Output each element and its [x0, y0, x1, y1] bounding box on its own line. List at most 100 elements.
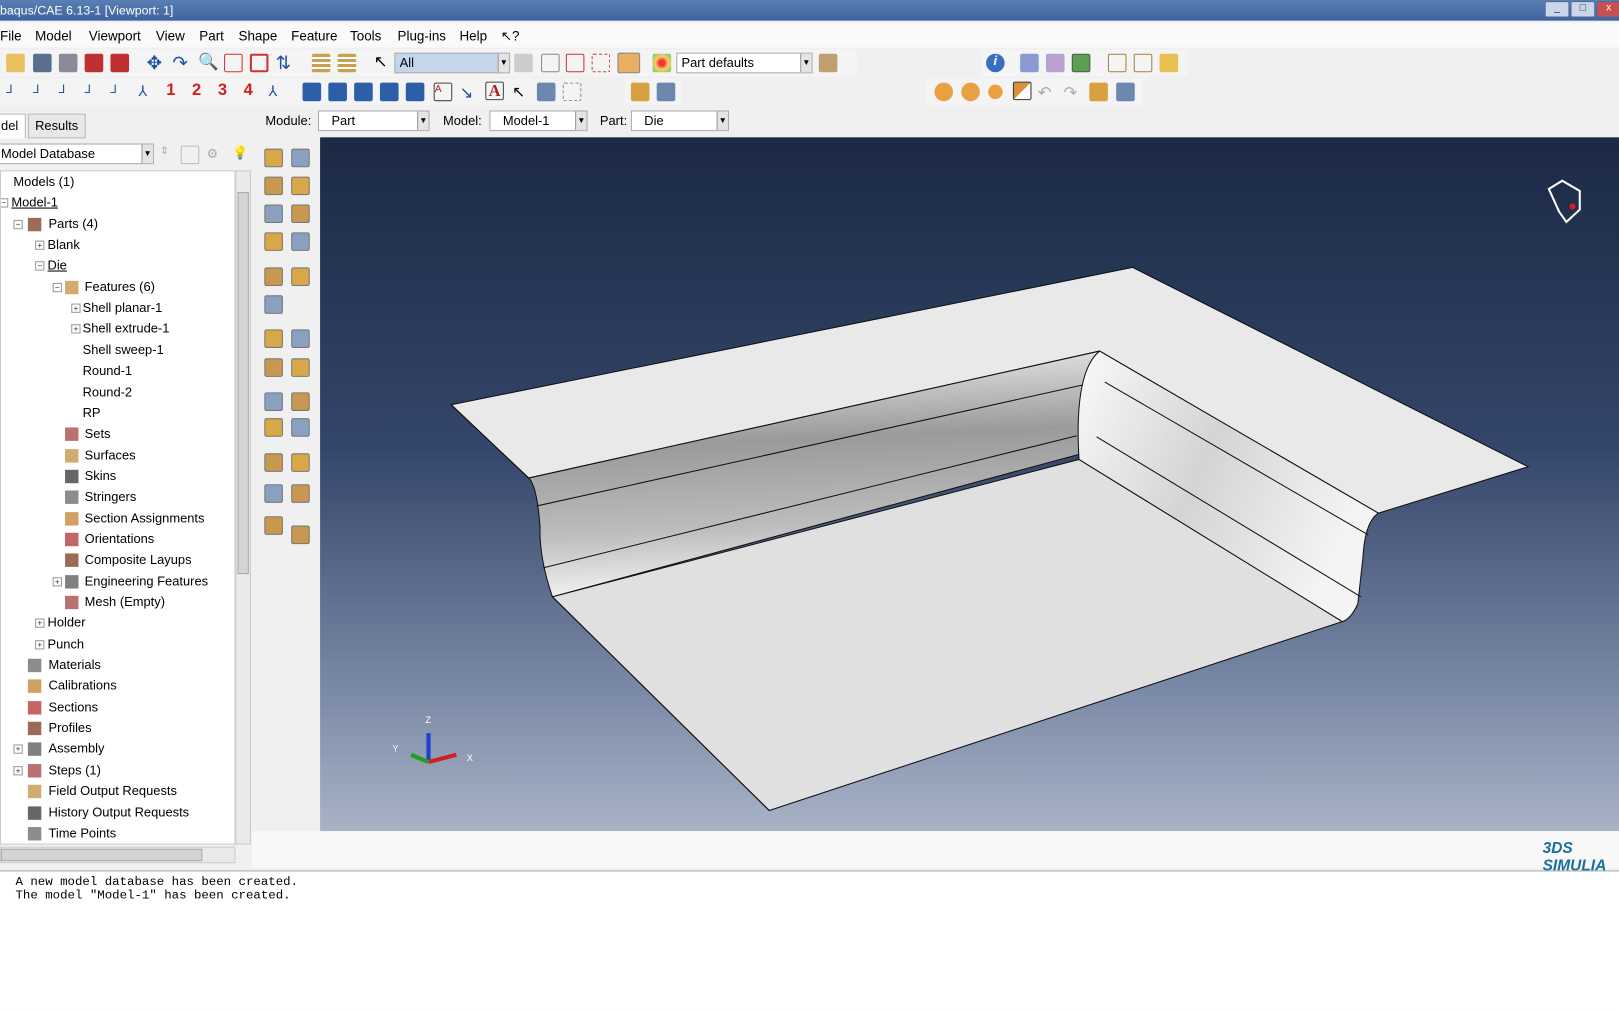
create-cut-icon[interactable] [264, 232, 283, 251]
context-help-button[interactable]: ↖? [501, 28, 520, 45]
display-group-manager-icon[interactable] [1116, 82, 1135, 102]
maximize-button[interactable]: □ [1570, 1, 1596, 18]
tree-node[interactable]: Surfaces [1, 446, 234, 467]
menu-part[interactable]: Part [199, 28, 224, 43]
tree-vertical-scrollbar[interactable] [235, 170, 251, 845]
collapse-icon[interactable]: − [1, 198, 9, 208]
tree-tip-icon[interactable]: 💡 [232, 146, 251, 165]
expand-icon[interactable]: + [71, 303, 81, 313]
annotation-list-icon[interactable] [562, 82, 582, 102]
expand-icon[interactable]: + [52, 576, 62, 587]
tree-node[interactable]: + Punch [1, 635, 234, 656]
tree-node[interactable]: History Output Requests [1, 803, 234, 824]
minimize-button[interactable]: _ [1544, 1, 1570, 18]
tree-node[interactable]: Sections [1, 698, 234, 719]
tree-node[interactable]: Calibrations [1, 677, 234, 698]
auto-fit-icon[interactable] [249, 53, 269, 73]
tree-node[interactable]: Time Points [1, 824, 234, 844]
display-body-icon[interactable] [818, 53, 838, 73]
repair-tool-icon[interactable] [291, 484, 310, 503]
expand-icon[interactable]: + [35, 618, 45, 629]
create-wire-icon[interactable] [291, 204, 310, 224]
collapse-icon[interactable]: − [35, 261, 45, 271]
select-from-viewport-icon[interactable] [514, 53, 533, 73]
viewport-cascade-icon[interactable] [328, 82, 347, 102]
tree-node[interactable]: Mesh (Empty) [1, 593, 234, 614]
layer-2-icon[interactable] [337, 53, 357, 73]
collapse-icon[interactable]: − [13, 219, 23, 229]
view-4-button[interactable]: 4 [244, 82, 263, 101]
tab-model[interactable]: del [0, 113, 26, 139]
datum-plane-icon[interactable] [264, 418, 283, 437]
viewport-link-icon[interactable] [405, 82, 425, 102]
viewport-tile-h-icon[interactable] [354, 82, 373, 102]
perspective-icon[interactable] [1020, 53, 1039, 73]
view-2-button[interactable]: 2 [192, 82, 211, 101]
annotation-manager-icon[interactable] [536, 82, 556, 102]
create-reference-point-icon[interactable] [264, 329, 283, 348]
tree-folder-icon[interactable] [180, 145, 200, 165]
create-datum-plane-icon[interactable] [291, 329, 310, 348]
annotation-select-icon[interactable]: ↖ [512, 83, 531, 102]
model-combo[interactable]: Model-1 ▼ [489, 110, 588, 132]
boolean-union-icon[interactable] [934, 82, 954, 102]
display-group-icon[interactable] [1089, 82, 1108, 102]
select-arrow-icon[interactable]: ↖ [374, 54, 393, 73]
move-up-down-icon[interactable]: ⇕ [160, 146, 179, 165]
expand-icon[interactable]: + [13, 765, 23, 776]
tree-node[interactable]: + Engineering Features [1, 572, 234, 593]
tree-node[interactable]: Round-1 [1, 362, 234, 383]
part-combo[interactable]: Die ▼ [630, 110, 729, 132]
view-iso-icon[interactable]: ⅄ [138, 83, 157, 102]
tree-node[interactable]: Stringers [1, 488, 234, 509]
menu-viewport[interactable]: Viewport [89, 28, 141, 43]
tree-node[interactable]: Orientations [1, 530, 234, 551]
tree-node[interactable]: + Shell planar-1 [1, 298, 234, 319]
zoom-icon[interactable]: 🔍 [198, 54, 219, 73]
create-round-icon[interactable] [291, 232, 310, 251]
view-left-icon[interactable]: ⅃ [110, 83, 129, 102]
create-set-icon[interactable] [264, 484, 283, 503]
tree-node[interactable]: Profiles [1, 719, 234, 740]
datum-axis-icon[interactable] [291, 392, 310, 411]
text-annotation-icon[interactable]: A [433, 82, 453, 102]
create-part-copy-icon[interactable] [264, 516, 283, 535]
view-cube-icon[interactable] [1533, 168, 1595, 230]
tree-node[interactable]: Section Assignments [1, 509, 234, 530]
tree-node[interactable]: Skins [1, 467, 234, 488]
tree-node[interactable]: − Model-1 [1, 193, 234, 214]
menu-help[interactable]: Help [459, 28, 487, 43]
tree-node[interactable]: Composite Layups [1, 551, 234, 572]
tree-filter-icon[interactable]: ⚙ [207, 146, 226, 165]
tree-node[interactable]: − Features (6) [1, 277, 234, 298]
viewport[interactable]: Z X Y [320, 137, 1619, 832]
undo-icon[interactable]: ↶ [1038, 83, 1057, 103]
menu-tools[interactable]: Tools [350, 28, 381, 43]
query-icon[interactable] [291, 453, 310, 472]
info-icon[interactable]: i [986, 53, 1005, 73]
coordinate-system-icon[interactable] [264, 392, 283, 411]
filled-icon[interactable] [1159, 53, 1179, 73]
tree-node[interactable]: + Assembly [1, 740, 234, 761]
create-datum-point-icon[interactable] [264, 267, 283, 287]
expand-icon[interactable]: + [35, 240, 45, 250]
hidden-line-icon[interactable] [1133, 53, 1153, 73]
part-manager-icon[interactable] [291, 148, 310, 168]
sphere-icon[interactable] [988, 84, 1003, 100]
partition-face-icon[interactable] [264, 295, 283, 314]
tree-node[interactable]: + Blank [1, 235, 234, 256]
datum-point-icon[interactable] [291, 418, 310, 437]
cycle-views-icon[interactable]: ⇅ [276, 54, 295, 73]
menu-file[interactable]: File [0, 28, 22, 43]
open-icon[interactable] [6, 53, 25, 73]
save-icon[interactable] [33, 53, 52, 73]
tab-results[interactable]: Results [27, 113, 86, 139]
tree-node[interactable]: Materials [1, 656, 234, 677]
tree-node[interactable]: Field Output Requests [1, 782, 234, 803]
module-combo[interactable]: Part ▼ [318, 110, 430, 132]
remove-icon[interactable] [1012, 81, 1032, 101]
menu-feature[interactable]: Feature [291, 28, 337, 43]
edit-feature-icon[interactable] [291, 358, 310, 377]
tree-node[interactable]: Sets [1, 425, 234, 446]
text-icon[interactable]: A [485, 81, 504, 101]
